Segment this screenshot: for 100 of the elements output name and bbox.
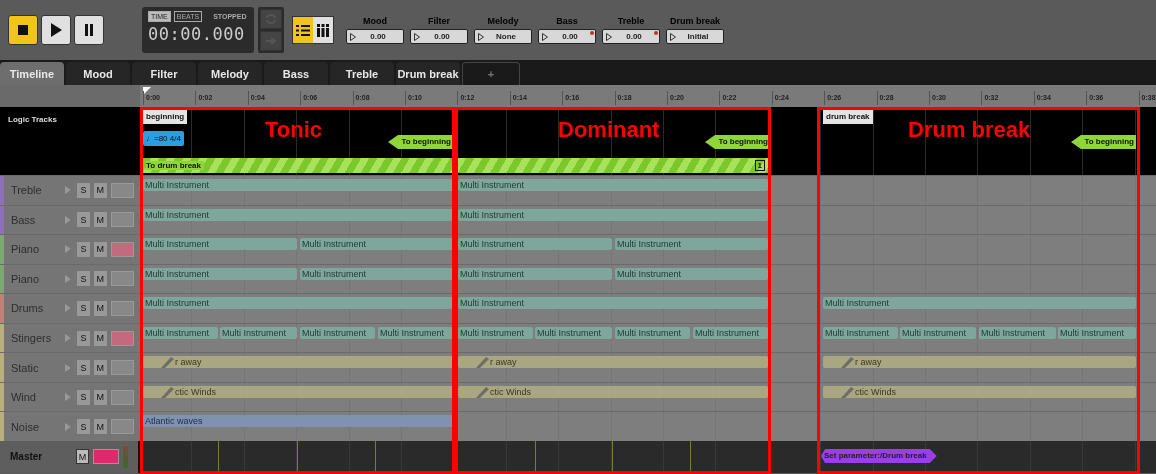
solo-button[interactable]: S (77, 182, 90, 198)
clip[interactable]: Multi Instrument (693, 326, 768, 339)
solo-button[interactable]: S (77, 389, 90, 405)
solo-button[interactable]: S (77, 330, 90, 346)
volume-box[interactable] (110, 389, 134, 405)
play-icon[interactable] (65, 393, 72, 402)
clip[interactable]: Multi Instrument (458, 238, 612, 251)
solo-button[interactable]: S (77, 241, 90, 257)
volume-box[interactable] (110, 419, 134, 435)
clip[interactable]: Multi Instrument (300, 238, 453, 251)
mute-button[interactable]: M (93, 212, 107, 228)
parameter-field[interactable]: 0.00 (538, 29, 596, 44)
parameter-field[interactable]: None (474, 29, 532, 44)
clip[interactable]: Multi Instrument (979, 326, 1056, 339)
track-header[interactable]: Bass S M (0, 205, 140, 235)
clip[interactable]: Multi Instrument (458, 267, 612, 280)
play-icon[interactable] (65, 245, 72, 254)
clip[interactable]: Atlantic waves (143, 415, 453, 428)
parameter-field[interactable]: Initial (666, 29, 724, 44)
playhead-icon[interactable] (143, 87, 151, 95)
list-view-button[interactable] (293, 17, 313, 43)
transition-region[interactable]: To drum break 1 (143, 158, 768, 173)
clip[interactable]: ctic Winds (143, 385, 453, 398)
volume-box[interactable] (110, 330, 134, 346)
solo-button[interactable]: S (77, 212, 90, 228)
clip[interactable]: Multi Instrument (143, 238, 297, 251)
clip[interactable]: r away (143, 356, 453, 369)
track-header[interactable]: Wind S M (0, 382, 140, 412)
solo-button[interactable]: S (77, 360, 90, 376)
clip[interactable]: Multi Instrument (143, 208, 453, 221)
volume-box[interactable] (110, 182, 134, 198)
grid-view-button[interactable] (313, 17, 333, 43)
clip[interactable]: Multi Instrument (300, 267, 453, 280)
play-icon[interactable] (65, 215, 72, 224)
clip[interactable]: Multi Instrument (900, 326, 976, 339)
clip[interactable]: Multi Instrument (220, 326, 297, 339)
tab[interactable]: Mood (66, 62, 130, 85)
mute-button[interactable]: M (93, 360, 107, 376)
play-icon[interactable] (65, 186, 72, 195)
play-icon[interactable] (65, 363, 72, 372)
add-tab-button[interactable]: + (462, 62, 520, 85)
volume-box[interactable] (93, 449, 119, 465)
mute-button[interactable]: M (93, 300, 107, 316)
volume-box[interactable] (110, 241, 134, 257)
clip[interactable]: Multi Instrument (615, 326, 690, 339)
clip[interactable]: r away (458, 356, 768, 369)
tab[interactable]: Filter (132, 62, 196, 85)
tab[interactable]: Drum break (396, 62, 460, 85)
clip[interactable]: ctic Winds (823, 385, 1136, 398)
solo-button[interactable]: S (77, 271, 90, 287)
clip[interactable]: Multi Instrument (458, 179, 768, 191)
tab[interactable]: Bass (264, 62, 328, 85)
clip[interactable]: Multi Instrument (823, 326, 898, 339)
mute-button[interactable]: M (93, 419, 107, 435)
play-icon[interactable] (65, 334, 72, 342)
clip[interactable]: Multi Instrument (615, 238, 768, 251)
follow-button[interactable] (260, 31, 282, 51)
clip[interactable]: Multi Instrument (378, 326, 453, 339)
clip[interactable]: Multi Instrument (143, 326, 218, 339)
parameter-field[interactable]: 0.00 (410, 29, 468, 44)
track-header[interactable]: Treble S M (0, 176, 140, 205)
mute-button[interactable]: M (76, 449, 89, 465)
loop-marker[interactable]: To beginning (388, 135, 453, 149)
track-header[interactable]: Noise S M (0, 412, 140, 441)
play-button[interactable] (41, 15, 71, 45)
volume-box[interactable] (110, 360, 134, 376)
pause-button[interactable] (74, 15, 104, 45)
clip[interactable]: Multi Instrument (300, 326, 375, 339)
clip[interactable]: Multi Instrument (458, 208, 768, 221)
clip[interactable]: Multi Instrument (143, 179, 453, 191)
track-header[interactable]: Piano S M (0, 264, 140, 294)
track-header[interactable]: Piano S M (0, 235, 140, 264)
mute-button[interactable]: M (93, 330, 107, 346)
clip[interactable]: Multi Instrument (823, 297, 1136, 310)
mute-button[interactable]: M (93, 389, 107, 405)
clip[interactable]: ctic Winds (458, 385, 768, 398)
volume-box[interactable] (110, 300, 134, 316)
volume-box[interactable] (110, 271, 134, 287)
mute-button[interactable]: M (93, 241, 107, 257)
tempo-marker[interactable]: ♩=80 4/4 (143, 131, 184, 146)
solo-button[interactable]: S (77, 419, 90, 435)
clip[interactable]: Multi Instrument (143, 267, 297, 280)
mute-button[interactable]: M (93, 271, 107, 287)
loop-marker[interactable]: To beginning (1071, 135, 1136, 149)
parameter-field[interactable]: 0.00 (602, 29, 660, 44)
tab[interactable]: Treble (330, 62, 394, 85)
tab[interactable]: Timeline (0, 62, 64, 85)
track-header[interactable]: Drums S M (0, 294, 140, 323)
tab[interactable]: Melody (198, 62, 262, 85)
clip[interactable]: Multi Instrument (143, 297, 453, 310)
clip[interactable]: Multi Instrument (535, 326, 612, 339)
clip[interactable]: Multi Instrument (1058, 326, 1136, 339)
track-header[interactable]: Static S M (0, 353, 140, 382)
clip[interactable]: Multi Instrument (458, 297, 768, 310)
loop-button[interactable] (260, 9, 282, 29)
play-icon[interactable] (65, 274, 72, 283)
parameter-field[interactable]: 0.00 (346, 29, 404, 44)
track-header[interactable]: Stingers S M (0, 323, 140, 353)
clip[interactable]: r away (823, 356, 1136, 369)
solo-button[interactable]: S (77, 300, 90, 316)
